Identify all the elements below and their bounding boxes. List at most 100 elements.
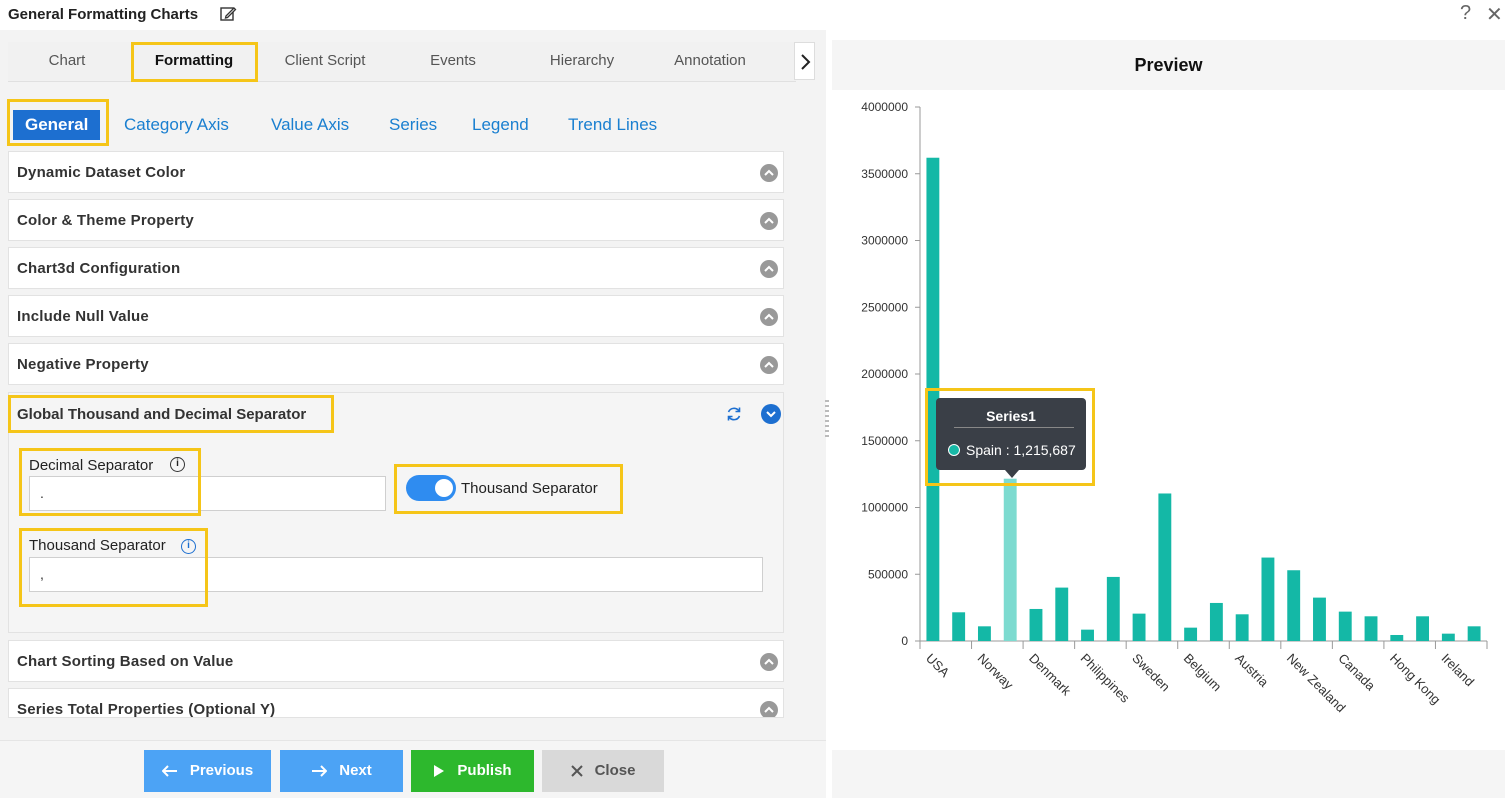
x-tick-label: Ireland [1438, 651, 1477, 690]
help-icon[interactable]: ? [1460, 2, 1471, 25]
section-label: Chart3d Configuration [17, 260, 181, 277]
tab-chart[interactable]: Chart [8, 42, 126, 80]
bar [1055, 587, 1069, 641]
x-tick-label: Norway [975, 651, 1017, 693]
refresh-icon[interactable] [725, 405, 743, 423]
x-tick-label: Hong Kong [1387, 651, 1444, 708]
next-label: Next [339, 762, 372, 779]
thousand-separator-input[interactable]: , [29, 557, 763, 592]
section-label: Negative Property [17, 356, 149, 373]
y-tick-label: 3000000 [861, 234, 908, 248]
next-button[interactable]: Next [280, 750, 403, 792]
section-label: Include Null Value [17, 308, 149, 325]
decimal-separator-input[interactable]: . [29, 476, 386, 511]
section-include-null-value[interactable]: Include Null Value [8, 295, 784, 337]
y-tick-label: 3500000 [861, 167, 908, 181]
chart-tooltip: Series1 Spain : 1,215,687 [936, 398, 1086, 478]
section-label: Color & Theme Property [17, 212, 194, 229]
bar [1132, 613, 1146, 641]
tab-events[interactable]: Events [390, 42, 516, 80]
main-tab-bar: Chart Formatting Client Script Events Hi… [8, 42, 796, 82]
subtab-value-axis[interactable]: Value Axis [271, 110, 349, 140]
chevron-up-icon[interactable] [760, 164, 778, 182]
section-series-total-properties[interactable]: Series Total Properties (Optional Y) [8, 688, 784, 718]
bar [1209, 602, 1223, 641]
y-tick-label: 0 [901, 634, 908, 648]
section-dynamic-dataset-color[interactable]: Dynamic Dataset Color [8, 151, 784, 193]
close-label: Close [594, 762, 636, 779]
section-title[interactable]: Global Thousand and Decimal Separator [17, 406, 306, 423]
bar [1003, 478, 1017, 641]
thousand-separator-toggle-label: Thousand Separator [461, 480, 598, 497]
bar [1106, 576, 1120, 641]
chevron-down-icon[interactable] [761, 404, 781, 424]
bar [977, 626, 991, 641]
subtab-legend[interactable]: Legend [472, 110, 529, 140]
info-icon[interactable]: i [181, 539, 196, 554]
arrow-left-icon [161, 765, 177, 777]
info-icon[interactable]: i [170, 457, 185, 472]
bar [1235, 614, 1249, 641]
close-icon[interactable]: ✕ [1486, 2, 1503, 27]
section-color-theme-property[interactable]: Color & Theme Property [8, 199, 784, 241]
publish-button[interactable]: Publish [411, 750, 534, 792]
subtab-general[interactable]: General [13, 110, 101, 140]
x-tick-label: Denmark [1026, 651, 1074, 699]
section-chart3d-configuration[interactable]: Chart3d Configuration [8, 247, 784, 289]
thousand-separator-toggle[interactable] [406, 475, 456, 501]
footer-bar: Previous Next Publish Close [0, 740, 826, 798]
chevron-up-icon[interactable] [760, 701, 778, 717]
section-label: Series Total Properties (Optional Y) [17, 701, 276, 718]
bar-chart: 0 500000 1000000 1500000 2000000 2500000 30000… [861, 100, 1488, 715]
chevron-up-icon[interactable] [760, 260, 778, 278]
section-global-separator: Global Thousand and Decimal Separator [8, 392, 784, 633]
y-tick-label: 2500000 [861, 300, 908, 314]
y-tick-label: 1500000 [861, 434, 908, 448]
bar [952, 612, 966, 641]
section-negative-property[interactable]: Negative Property [8, 343, 784, 385]
subtab-trend-lines[interactable]: Trend Lines [568, 110, 657, 140]
panel-splitter[interactable] [825, 400, 829, 440]
bar [1338, 611, 1352, 641]
tooltip-series-dot [948, 444, 960, 456]
bar [1081, 629, 1094, 641]
bar [1416, 616, 1430, 641]
bar [1261, 557, 1275, 641]
tab-scroll-right-button[interactable] [794, 42, 815, 80]
tab-annotation[interactable]: Annotation [646, 42, 774, 80]
section-chart-sorting[interactable]: Chart Sorting Based on Value [8, 640, 784, 682]
bar [1441, 633, 1455, 641]
x-tick-label: Canada [1335, 651, 1378, 694]
decimal-separator-label: Decimal Separator [29, 457, 154, 474]
subtab-series[interactable]: Series [389, 110, 437, 140]
window-title: General Formatting Charts [8, 6, 199, 23]
bar [1313, 597, 1326, 641]
bar [1158, 493, 1172, 641]
tab-client-script[interactable]: Client Script [260, 42, 390, 80]
chevron-right-icon [801, 54, 811, 70]
tooltip-series: Series1 [986, 408, 1036, 424]
bar [1467, 626, 1481, 641]
bar [1184, 627, 1198, 641]
tab-formatting[interactable]: Formatting [132, 42, 256, 80]
close-icon [570, 765, 583, 777]
bar [1364, 616, 1378, 641]
x-tick-label: Belgium [1181, 651, 1225, 695]
x-tick-label: Austria [1232, 651, 1272, 691]
close-button[interactable]: Close [542, 750, 664, 792]
subtab-category-axis[interactable]: Category Axis [124, 110, 229, 140]
chevron-up-icon[interactable] [760, 308, 778, 326]
edit-icon[interactable] [219, 5, 237, 23]
previous-label: Previous [189, 762, 254, 779]
tooltip-arrow [1005, 470, 1019, 478]
tab-hierarchy[interactable]: Hierarchy [518, 42, 646, 80]
preview-panel: Preview 0 500000 1000000 1500000 2000000 2500… [832, 40, 1505, 798]
previous-button[interactable]: Previous [144, 750, 271, 792]
publish-label: Publish [457, 762, 512, 779]
x-tick-label: Sweden [1129, 651, 1173, 695]
y-tick-label: 4000000 [861, 100, 908, 114]
bar [1390, 634, 1404, 641]
chevron-up-icon[interactable] [760, 356, 778, 374]
chevron-up-icon[interactable] [760, 212, 778, 230]
chevron-up-icon[interactable] [760, 653, 778, 671]
